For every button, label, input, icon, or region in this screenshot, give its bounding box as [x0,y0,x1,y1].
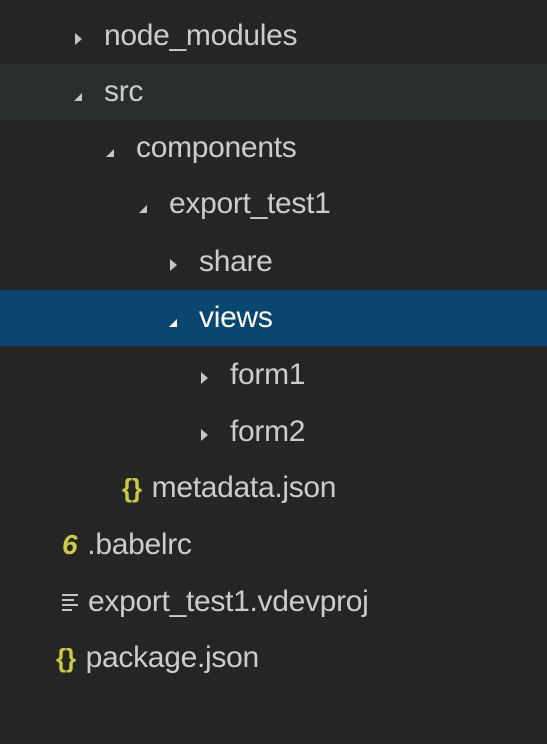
tree-item-node-modules[interactable]: node_modules [0,8,547,64]
tree-item-label: src [104,75,144,108]
text-lines-icon [62,593,78,611]
tree-item-label: form1 [230,358,306,391]
chevron-down-icon[interactable] [104,131,116,165]
tree-item-label: package.json [85,641,260,674]
babel-icon: 6 [62,529,78,560]
json-braces-icon: {} [122,472,142,503]
tree-item-label: components [136,131,297,164]
tree-item-src[interactable]: src [0,64,547,120]
tree-item-vdevproj[interactable]: export_test1.vdevproj [0,574,547,630]
tree-item-label: .babelrc [87,528,192,561]
tree-item-label: form2 [230,415,306,448]
chevron-down-icon[interactable] [167,301,179,335]
tree-item-share[interactable]: share [0,234,547,290]
tree-item-label: node_modules [104,19,298,52]
chevron-down-icon[interactable] [137,187,149,221]
tree-item-babelrc[interactable]: 6 .babelrc [0,517,547,573]
chevron-right-icon[interactable] [167,245,179,279]
chevron-right-icon[interactable] [198,358,210,392]
tree-item-label: metadata.json [151,471,337,504]
tree-item-export-test1[interactable]: export_test1 [0,176,547,232]
tree-item-metadata-json[interactable]: {} metadata.json [0,460,547,516]
tree-item-views[interactable]: views [0,290,547,346]
tree-item-label: export_test1 [169,187,331,220]
tree-item-form2[interactable]: form2 [0,404,547,460]
tree-item-form1[interactable]: form1 [0,347,547,403]
chevron-right-icon[interactable] [198,415,210,449]
tree-item-label: views [199,301,273,334]
file-explorer-tree: node_modules src components export_test1… [0,0,547,744]
json-braces-icon: {} [56,642,76,673]
tree-item-components[interactable]: components [0,120,547,176]
tree-item-package-json[interactable]: {} package.json [0,630,547,686]
tree-item-label: share [199,245,273,278]
chevron-down-icon[interactable] [72,75,84,109]
tree-item-label: export_test1.vdevproj [88,585,369,618]
chevron-right-icon[interactable] [72,19,84,53]
